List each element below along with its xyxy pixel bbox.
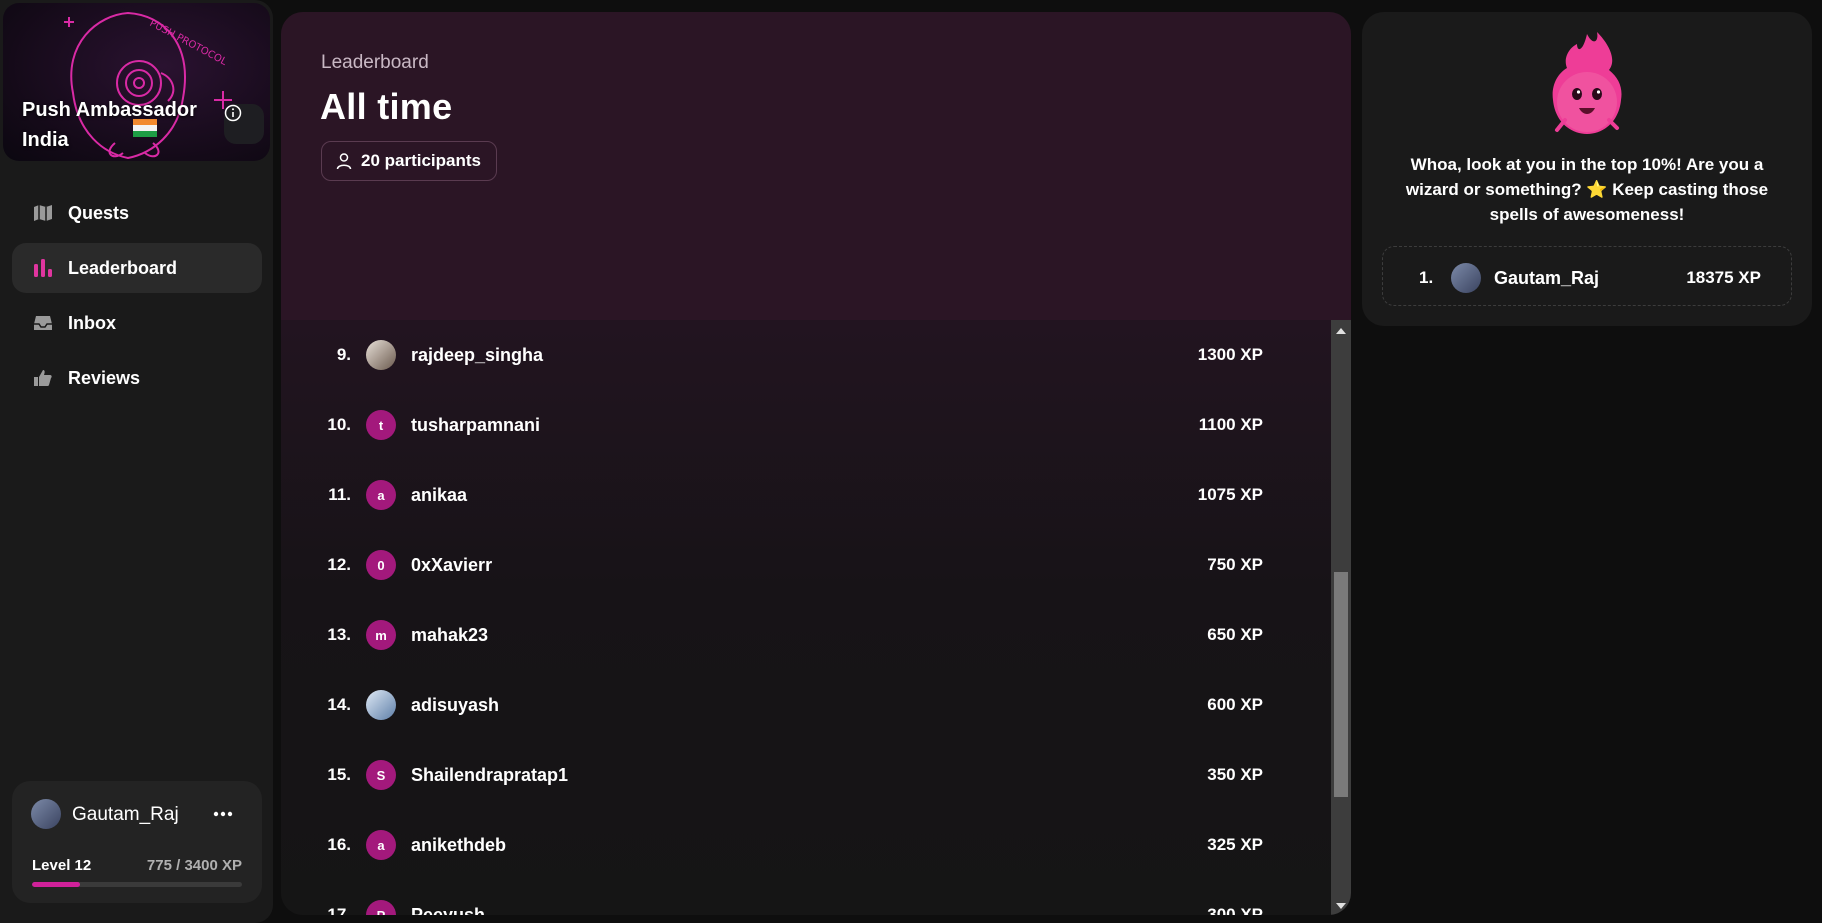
user-icon [335,152,353,170]
thumbs-up-icon [32,367,54,389]
rank-number: 16. [327,835,351,854]
rank-number: 10. [327,415,351,434]
nav-item-leaderboard[interactable]: Leaderboard [12,243,262,293]
xp-value: 325 XP [1207,835,1263,854]
leaderboard-list[interactable]: 9. rajdeep_singha 1300 XP 10. t tusharpamnani… [281,320,1331,915]
username: 0xXavierr [411,554,493,575]
flame-mascot-icon [1547,30,1627,145]
info-button[interactable] [224,104,264,144]
avatar: S [366,760,396,790]
info-icon [224,104,242,122]
scroll-down-arrow-icon[interactable] [1336,903,1346,909]
leaderboard-header: Leaderboard All time 20 participants [281,12,1351,322]
breadcrumb: Leaderboard [321,52,429,73]
avatar [366,340,396,370]
xp-value: 650 XP [1207,625,1263,644]
nav-item-inbox[interactable]: Inbox [12,298,262,348]
nav-item-reviews[interactable]: Reviews [12,353,262,403]
table-row[interactable]: 17. P Peeyush 300 XP [281,880,1331,915]
xp-value: 600 XP [1207,695,1263,714]
nav-item-quests[interactable]: Quests [12,188,262,238]
participants-count: 20 participants [361,151,481,170]
user-card: Gautam_Raj Level 12 775 / 3400 XP [12,781,262,903]
xp-value: 300 XP [1207,905,1263,915]
rank-number: 11. [328,485,351,504]
community-name: Push Ambassador India [22,99,197,151]
current-user-rank-row[interactable]: 1. Gautam_Raj 18375 XP [1382,246,1792,306]
avatar [1451,263,1481,293]
username: Shailendrapratap1 [411,764,569,785]
xp-value: 18375 XP [1686,268,1761,287]
xp-progress-text: 775 / 3400 XP [146,857,242,874]
rank-number: 13. [327,625,351,644]
participants-badge: 20 participants [321,141,497,181]
table-row[interactable]: 14. adisuyash 600 XP [281,670,1331,740]
table-row[interactable]: 15. S Shailendrapratap1 350 XP [281,740,1331,810]
rank-number: 12. [327,555,351,574]
inbox-icon [32,312,54,334]
bar-chart-icon [32,257,54,279]
avatar: m [366,620,396,650]
user-level: Level 12 [32,857,92,874]
rank-number: 9. [336,345,351,364]
table-row[interactable]: 13. m mahak23 650 XP [281,600,1331,670]
rank-number: 1. [1419,268,1434,287]
rank-summary-panel: Whoa, look at you in the top 10%! Are yo… [1362,12,1812,326]
xp-value: 1300 XP [1197,345,1263,364]
xp-value: 750 XP [1207,555,1263,574]
username: adisuyash [411,694,500,715]
scroll-up-arrow-icon[interactable] [1336,328,1346,334]
user-name: Gautam_Raj [72,804,179,825]
username: Gautam_Raj [1494,268,1600,288]
avatar: P [366,900,396,915]
sidebar-nav: Quests Leaderboard Inbox Reviews [12,188,262,408]
svg-text:PUSH PROTOCOL: PUSH PROTOCOL [148,18,229,68]
rank-number: 14. [327,695,351,714]
avatar: t [366,410,396,440]
avatar[interactable] [31,799,61,829]
scroll-thumb[interactable] [1334,572,1348,797]
encouragement-message: Whoa, look at you in the top 10%! Are yo… [1405,155,1769,224]
username: mahak23 [411,624,489,645]
nav-label: Quests [68,202,130,223]
xp-value: 1075 XP [1197,485,1263,504]
table-row[interactable]: 16. a anikethdeb 325 XP [281,810,1331,880]
avatar: a [366,830,396,860]
username: Peeyush [411,904,486,916]
sidebar: PUSH PROTOCOL Push Ambassador India Ques… [0,0,273,923]
xp-value: 1100 XP [1198,415,1263,434]
username: anikaa [411,484,468,505]
table-row[interactable]: 12. 0 0xXavierr 750 XP [281,530,1331,600]
nav-label: Leaderboard [68,257,178,278]
rank-number: 17. [327,905,351,915]
xp-progress-fill [32,882,80,887]
table-row[interactable]: 10. t tusharpamnani 1100 XP [281,390,1331,460]
leaderboard-panel: Leaderboard All time 20 participants 9. r… [281,12,1351,915]
map-icon [32,202,54,224]
nav-label: Reviews [68,367,141,388]
more-options-icon[interactable] [208,799,238,829]
avatar [366,690,396,720]
nav-label: Inbox [68,312,116,333]
avatar: 0 [366,550,396,580]
rank-number: 15. [327,765,351,784]
avatar: a [366,480,396,510]
page-title: All time [320,86,453,127]
xp-progress-bar [32,882,242,887]
username: rajdeep_singha [411,344,544,365]
app-root: PUSH PROTOCOL Push Ambassador India Ques… [0,0,1822,923]
username: anikethdeb [411,834,507,855]
community-banner[interactable]: PUSH PROTOCOL Push Ambassador India [3,3,270,161]
table-row[interactable]: 9. rajdeep_singha 1300 XP [281,320,1331,390]
scrollbar[interactable] [1331,320,1351,915]
xp-value: 350 XP [1207,765,1263,784]
username: tusharpamnani [411,414,541,435]
table-row[interactable]: 11. a anikaa 1075 XP [281,460,1331,530]
